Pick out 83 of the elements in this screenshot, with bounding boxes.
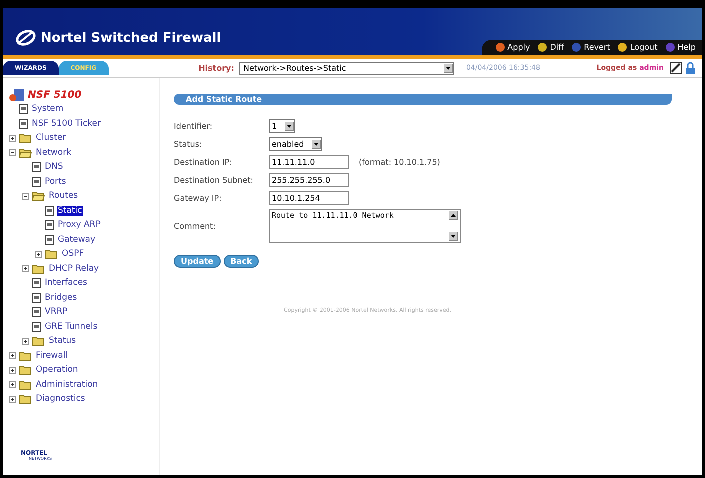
toolbar-button[interactable]: Apply <box>496 43 530 52</box>
page-icon <box>45 234 54 245</box>
dropdown[interactable]: 1 <box>269 119 296 133</box>
folder-icon <box>19 380 32 390</box>
expand-icon[interactable] <box>9 352 16 360</box>
expand-icon[interactable] <box>9 366 16 374</box>
page-icon <box>45 206 54 216</box>
tree-item[interactable]: NSF 5100 Ticker <box>31 118 102 129</box>
field-label: Identifier: <box>174 122 214 130</box>
tree-item[interactable]: DHCP Relay <box>48 264 100 274</box>
page-icon <box>32 307 41 318</box>
open-folder-icon <box>32 191 45 202</box>
page-icon <box>32 176 41 187</box>
tree-item[interactable]: Bridges <box>44 292 78 303</box>
tree-item[interactable]: Interfaces <box>44 278 88 288</box>
tree-item[interactable]: Firewall <box>35 350 70 361</box>
tree-item[interactable]: Ports <box>44 176 68 187</box>
toolbar-button[interactable]: Diff <box>538 43 564 52</box>
appliance-icon <box>9 88 25 102</box>
caret-icon <box>444 64 454 72</box>
input-field[interactable]: 10.10.1.254 <box>269 191 349 205</box>
toolbar-button[interactable]: Help <box>666 43 696 52</box>
expand-icon[interactable] <box>35 250 42 258</box>
folder-icon <box>19 365 32 376</box>
expand-icon[interactable] <box>9 134 16 142</box>
tree-item[interactable]: Static <box>57 206 84 216</box>
tree-item[interactable]: Gateway <box>57 234 97 245</box>
tree-item[interactable]: Status <box>48 336 78 346</box>
page-icon <box>32 322 41 332</box>
caret-icon <box>285 122 294 130</box>
collapse-icon[interactable] <box>9 149 16 156</box>
field-label: Gateway IP: <box>174 194 223 202</box>
page-icon <box>32 278 41 288</box>
tree-item[interactable]: Cluster <box>35 133 68 144</box>
field-label: Destination IP: <box>174 158 234 166</box>
toolbar-button[interactable]: Revert <box>572 43 610 52</box>
folder-icon <box>45 249 58 260</box>
folder-icon <box>19 394 32 404</box>
tree-item[interactable]: Diagnostics <box>35 394 86 404</box>
tree-item[interactable]: OSPF <box>61 249 86 260</box>
tree-item[interactable]: GRE Tunnels <box>44 322 99 332</box>
toolbar-button[interactable]: Logout <box>618 43 658 52</box>
input-field[interactable]: 255.255.255.0 <box>269 173 349 187</box>
page-icon <box>45 220 54 230</box>
form-title: Add Static Route <box>174 94 672 105</box>
field-label: Status: <box>174 140 204 148</box>
tree-item[interactable]: Operation <box>35 365 80 376</box>
history-label: History: <box>198 64 234 72</box>
caret-icon <box>312 140 322 148</box>
collapse-icon[interactable] <box>22 192 29 200</box>
lock-icon[interactable] <box>685 62 696 74</box>
tree-item[interactable]: Network <box>35 148 72 158</box>
expand-icon[interactable] <box>9 396 16 403</box>
page-icon <box>19 104 28 114</box>
tree-item[interactable]: Proxy ARP <box>57 220 102 230</box>
tree-root[interactable]: NSF 5100 <box>28 90 82 100</box>
app-title: Nortel Switched Firewall <box>41 30 222 46</box>
tree-item[interactable]: VRRP <box>44 307 69 318</box>
input-field[interactable]: 11.11.11.0 <box>269 155 349 169</box>
scroll-up-icon[interactable] <box>449 211 458 220</box>
page-icon <box>32 162 41 172</box>
folder-icon <box>32 336 45 346</box>
format-hint: (format: 10.10.1.75) <box>359 158 440 166</box>
scroll-down-icon[interactable] <box>449 232 458 241</box>
dropdown[interactable]: enabled <box>269 137 322 151</box>
tree-item[interactable]: System <box>31 104 65 114</box>
field-label: Comment: <box>174 222 217 230</box>
tree-item[interactable]: Administration <box>35 380 100 390</box>
expand-icon[interactable] <box>22 338 29 345</box>
page-icon <box>19 118 28 129</box>
open-folder-icon <box>19 148 32 158</box>
edit-icon[interactable] <box>670 62 682 74</box>
folder-icon <box>32 264 45 274</box>
history-dropdown[interactable]: Network->Routes->Static <box>239 62 454 74</box>
page-icon <box>32 292 41 303</box>
field-label: Destination Subnet: <box>174 176 254 184</box>
logo-icon <box>15 29 37 47</box>
expand-icon[interactable] <box>9 381 16 388</box>
folder-icon <box>19 133 32 144</box>
expand-icon[interactable] <box>22 265 29 272</box>
tree-item[interactable]: Routes <box>48 191 80 202</box>
folder-icon <box>19 350 32 361</box>
tree-item[interactable]: DNS <box>44 162 64 172</box>
